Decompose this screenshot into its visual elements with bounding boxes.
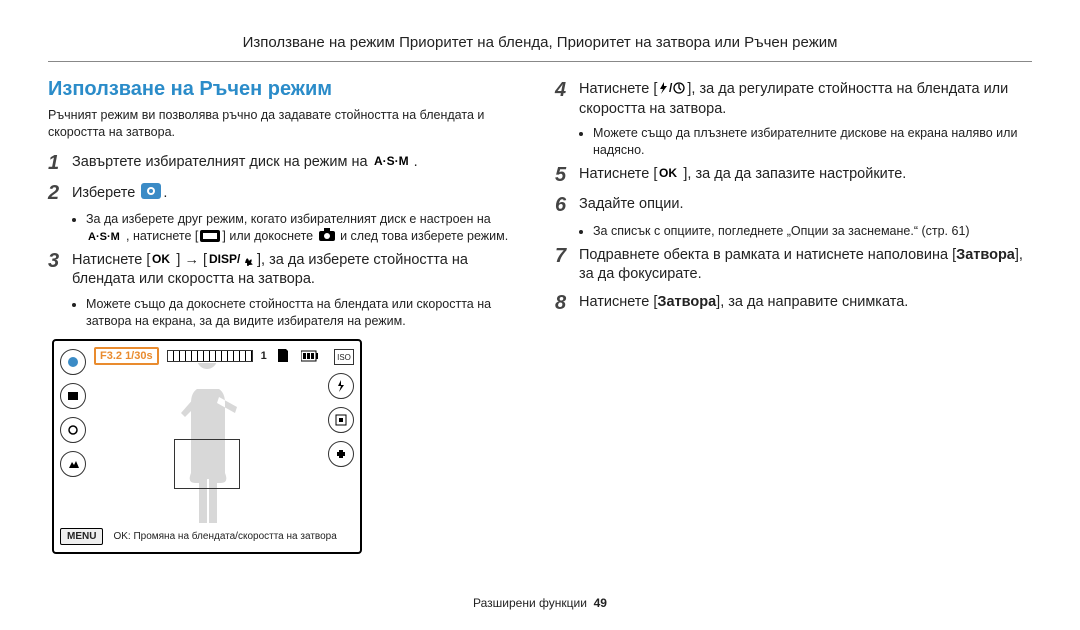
footer-label: Разширени функции bbox=[473, 596, 587, 610]
lcd-shot-count: 1 bbox=[261, 350, 267, 362]
battery-icon bbox=[301, 350, 319, 362]
step-text: Натиснете [ bbox=[579, 166, 657, 182]
lcd-icon bbox=[60, 451, 86, 477]
sub-text: ] или докоснете bbox=[222, 229, 313, 243]
sub-bullet: Можете също да плъзнете избирателните ди… bbox=[593, 125, 1032, 159]
step-text: Натиснете [ bbox=[72, 252, 150, 268]
step-4: 4 Натиснете [/], за да регулирате стойно… bbox=[555, 78, 1032, 119]
lcd-ev-scale bbox=[167, 350, 253, 362]
two-column-layout: Използване на Ръчен режим Ръчният режим … bbox=[48, 78, 1032, 554]
step-text: Задайте опции. bbox=[579, 193, 1032, 217]
step-number: 8 bbox=[555, 291, 579, 315]
step-4-sub: Можете също да плъзнете избирателните ди… bbox=[593, 125, 1032, 159]
step-3-sub: Можете също да докоснете стойността на б… bbox=[86, 296, 525, 330]
svg-text:OK: OK bbox=[659, 166, 677, 180]
lcd-flash-icon bbox=[328, 373, 354, 399]
lcd-icon bbox=[60, 383, 86, 409]
step-text: ], за да да запазите настройките. bbox=[683, 166, 906, 182]
section-heading: Използване на Ръчен режим bbox=[48, 78, 525, 101]
ok-key-icon: OK bbox=[152, 252, 174, 266]
step-text: Подравнете обекта в рамката и натиснете … bbox=[579, 247, 956, 263]
header-rule bbox=[48, 61, 1032, 62]
step-end: . bbox=[163, 185, 167, 201]
page-footer: Разширени функции 49 bbox=[0, 596, 1080, 610]
lcd-icon bbox=[60, 417, 86, 443]
lcd-right-icons: ISO bbox=[328, 349, 354, 467]
asm-icon: A·S·M bbox=[374, 154, 412, 168]
step-number: 3 bbox=[48, 249, 72, 290]
step-6-sub: За списък с опциите, погледнете „Опции з… bbox=[593, 223, 1032, 240]
section-intro: Ръчният режим ви позволява ръчно да зада… bbox=[48, 107, 525, 141]
sub-text: За да изберете друг режим, когато избира… bbox=[86, 212, 491, 226]
camera-lcd-illustration: F3.2 1/30s 1 ISO bbox=[52, 339, 362, 554]
lcd-bottom-bar: MENU OK: Промяна на блендата/скоростта н… bbox=[60, 526, 354, 546]
lcd-menu-button: MENU bbox=[60, 528, 103, 545]
step-number: 5 bbox=[555, 163, 579, 187]
step-1: 1 Завъртете избирателният диск на режим … bbox=[48, 151, 525, 175]
step-7: 7 Подравнете обекта в рамката и натиснет… bbox=[555, 244, 1032, 285]
step-number: 6 bbox=[555, 193, 579, 217]
svg-text:OK: OK bbox=[152, 252, 170, 266]
lcd-aperture-shutter-value: F3.2 1/30s bbox=[94, 347, 159, 365]
step-2: 2 Изберете . bbox=[48, 181, 525, 205]
step-5: 5 Натиснете [OK ], за да да запазите наст… bbox=[555, 163, 1032, 187]
step-end: . bbox=[414, 154, 418, 170]
lcd-stabilizer-icon bbox=[328, 441, 354, 467]
ok-key-icon: OK bbox=[659, 166, 681, 180]
step-number: 4 bbox=[555, 78, 579, 119]
svg-text:A·S·M: A·S·M bbox=[374, 154, 409, 168]
manual-mode-icon bbox=[141, 183, 161, 199]
step-text: Натиснете [ bbox=[579, 81, 657, 97]
disp-flower-key-icon: DISP/ bbox=[209, 252, 255, 266]
svg-text:DISP/: DISP/ bbox=[209, 252, 241, 266]
sub-text: , натиснете [ bbox=[126, 229, 198, 243]
step-number: 7 bbox=[555, 244, 579, 285]
camera-touch-icon bbox=[319, 228, 335, 242]
flash-timer-key-icon: / bbox=[659, 81, 685, 95]
sub-text: и след това изберете режим. bbox=[340, 229, 508, 243]
asm-icon: A·S·M bbox=[88, 230, 124, 242]
lcd-iso-icon: ISO bbox=[334, 349, 354, 365]
step-text: Изберете bbox=[72, 185, 135, 201]
svg-text:A·S·M: A·S·M bbox=[88, 231, 120, 242]
step-text: ] → [ bbox=[176, 252, 207, 268]
left-column: Използване на Ръчен режим Ръчният режим … bbox=[48, 78, 525, 554]
sd-card-icon bbox=[277, 349, 289, 363]
page-number: 49 bbox=[594, 596, 607, 610]
step-text: ], за да направите снимката. bbox=[716, 294, 908, 310]
mode-key-icon bbox=[200, 230, 220, 242]
lcd-af-icon bbox=[328, 407, 354, 433]
lcd-hint-text: OK: Промяна на блендата/скоростта на зат… bbox=[113, 531, 336, 542]
right-column: 4 Натиснете [/], за да регулирате стойно… bbox=[555, 78, 1032, 554]
step-number: 2 bbox=[48, 181, 72, 205]
chapter-header: Използване на режим Приоритет на бленда,… bbox=[48, 34, 1032, 51]
step-6: 6 Задайте опции. bbox=[555, 193, 1032, 217]
step-2-sub: За да изберете друг режим, когато избира… bbox=[86, 211, 525, 245]
step-number: 1 bbox=[48, 151, 72, 175]
sub-bullet: За да изберете друг режим, когато избира… bbox=[86, 211, 525, 245]
step-text: Натиснете [ bbox=[579, 294, 657, 310]
svg-text:/: / bbox=[669, 81, 673, 95]
shutter-label: Затвора bbox=[657, 294, 716, 310]
step-text: Завъртете избирателният диск на режим на bbox=[72, 154, 368, 170]
lcd-mode-icon bbox=[60, 349, 86, 375]
sub-bullet: За списък с опциите, погледнете „Опции з… bbox=[593, 223, 1032, 240]
lcd-left-icons bbox=[60, 349, 86, 477]
sub-bullet: Можете също да докоснете стойността на б… bbox=[86, 296, 525, 330]
lcd-focus-frame bbox=[174, 439, 240, 489]
step-3: 3 Натиснете [OK] → [DISP/], за да избере… bbox=[48, 249, 525, 290]
step-8: 8 Натиснете [Затвора], за да направите с… bbox=[555, 291, 1032, 315]
shutter-label: Затвора bbox=[956, 247, 1015, 263]
